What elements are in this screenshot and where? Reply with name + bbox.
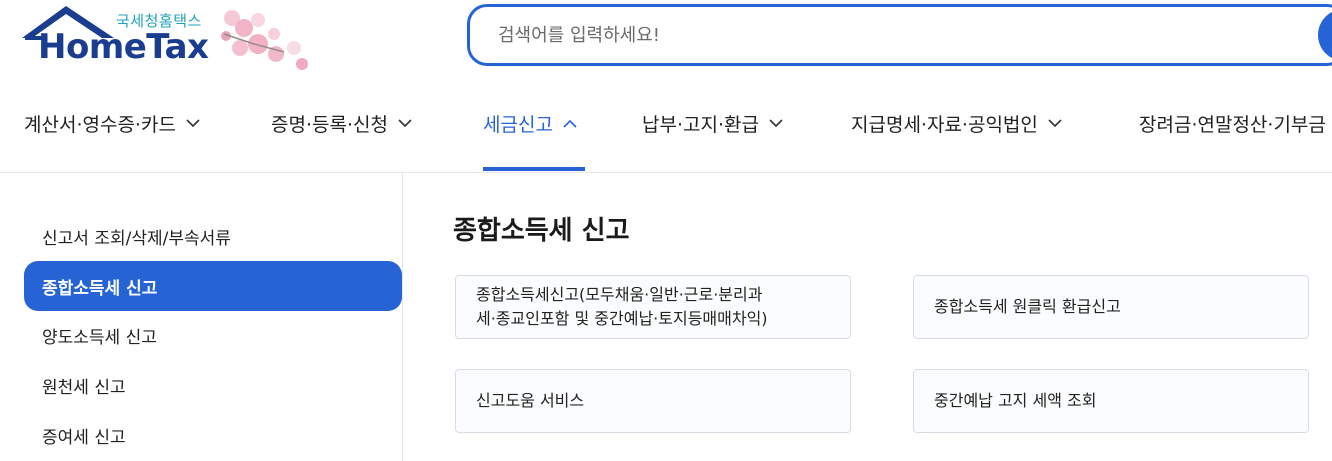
gnb-item-label: 지급명세·자료·공익법인 [851, 113, 1038, 136]
gnb-item-certificates[interactable]: 증명·등록·신청 [271, 106, 412, 140]
gnb-item-payment-statements[interactable]: 지급명세·자료·공익법인 [851, 106, 1062, 140]
card-label-line1: 종합소득세신고(모두채움·일반·근로·분리과 [476, 285, 763, 304]
sidebar-item-income-tax[interactable]: 종합소득세 신고 [24, 261, 402, 311]
sidebar-item-label: 종합소득세 신고 [42, 278, 158, 299]
page-title: 종합소득세 신고 [453, 216, 630, 246]
header: 국세청홈택스 HomeTax 계산서·영수증·카드 증명·등록·신청 [0, 0, 1332, 173]
sidebar-item-return-lookup[interactable]: 신고서 조회/삭제/부속서류 [24, 211, 402, 261]
search-bar [467, 4, 1332, 66]
sidebar-item-label: 원천세 신고 [42, 377, 126, 398]
card-label: 종합소득세 원클릭 환급신고 [934, 297, 1121, 316]
chevron-down-icon [769, 118, 783, 127]
sidebar-divider [402, 173, 403, 461]
gnb-item-label: 장려금·연말정산·기부금 [1139, 113, 1326, 136]
active-tab-indicator [483, 167, 585, 171]
card-filing-help-service[interactable]: 신고도움 서비스 [455, 369, 851, 433]
card-label-line2: 세·종교인포함 및 중간예납·토지등매매차익) [476, 309, 768, 328]
card-label: 중간예납 고지 세액 조회 [934, 391, 1097, 410]
chevron-down-icon [398, 118, 412, 127]
chevron-down-icon [1048, 118, 1062, 127]
sidebar-item-capital-gains-tax[interactable]: 양도소득세 신고 [24, 310, 402, 360]
sidebar-menu: 신고서 조회/삭제/부속서류 종합소득세 신고 양도소득세 신고 원천세 신고 … [0, 173, 402, 461]
gnb-item-invoices[interactable]: 계산서·영수증·카드 [24, 106, 200, 140]
gnb-item-label: 증명·등록·신청 [271, 113, 388, 136]
chevron-down-icon [186, 118, 200, 127]
card-income-tax-filing[interactable]: 종합소득세신고(모두채움·일반·근로·분리과 세·종교인포함 및 중간예납·토지… [455, 275, 851, 339]
search-input[interactable] [496, 21, 1276, 49]
gnb-item-label: 세금신고 [483, 113, 553, 136]
sidebar-item-gift-tax[interactable]: 증여세 신고 [24, 410, 402, 460]
card-label: 종합소득세신고(모두채움·일반·근로·분리과 세·종교인포함 및 중간예납·토지… [476, 283, 768, 331]
logo-english-text: HomeTax [38, 27, 209, 67]
gnb-item-label: 납부·고지·환급 [642, 113, 759, 136]
card-interim-prepayment-lookup[interactable]: 중간예납 고지 세액 조회 [913, 369, 1309, 433]
sidebar-item-label: 신고서 조회/삭제/부속서류 [42, 228, 231, 249]
sidebar-item-label: 증여세 신고 [42, 427, 126, 448]
sidebar-item-label: 양도소득세 신고 [42, 327, 157, 348]
cherry-blossom-icon [221, 10, 308, 70]
gnb-item-tax-filing[interactable]: 세금신고 [483, 106, 577, 140]
hometax-logo[interactable]: 국세청홈택스 HomeTax [22, 4, 317, 74]
search-button[interactable] [1318, 9, 1332, 61]
global-navigation: 계산서·영수증·카드 증명·등록·신청 세금신고 납부·고지·환급 지급명세·자… [0, 88, 1332, 172]
gnb-item-label: 계산서·영수증·카드 [24, 113, 176, 136]
card-one-click-refund[interactable]: 종합소득세 원클릭 환급신고 [913, 275, 1309, 339]
chevron-up-icon [563, 119, 577, 128]
gnb-item-incentives[interactable]: 장려금·연말정산·기부금 [1139, 106, 1326, 140]
sidebar-item-withholding-tax[interactable]: 원천세 신고 [24, 360, 402, 410]
gnb-item-payment[interactable]: 납부·고지·환급 [642, 106, 783, 140]
card-label: 신고도움 서비스 [476, 391, 585, 410]
